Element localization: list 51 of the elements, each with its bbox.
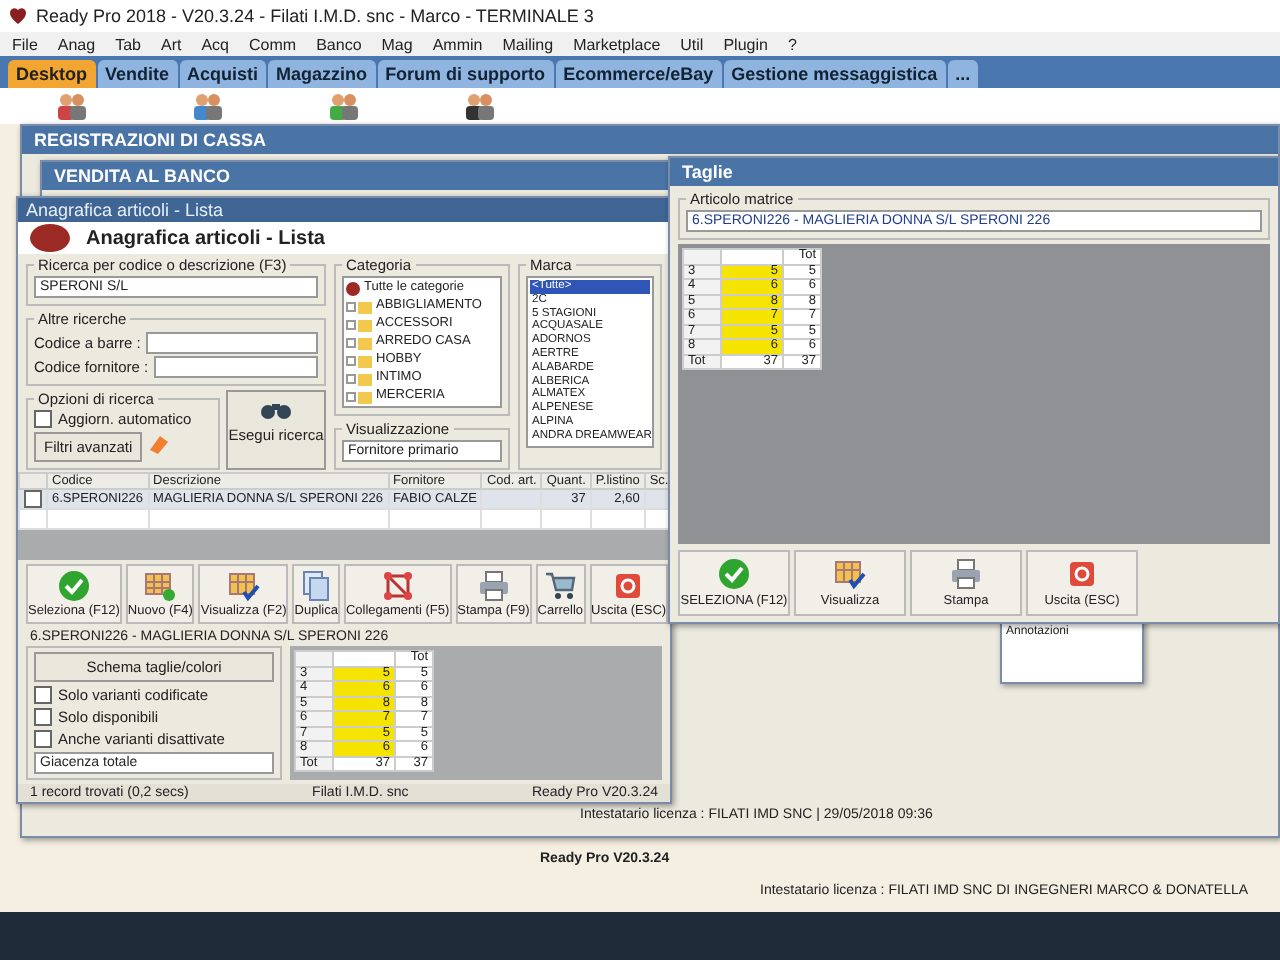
input-field[interactable]: [146, 332, 318, 354]
menu-item[interactable]: Tab: [115, 35, 141, 53]
tab[interactable]: Ecommerce/eBay: [555, 60, 722, 88]
checkbox[interactable]: [34, 410, 52, 428]
grid-check-icon: [227, 570, 260, 602]
checkmark-icon: [718, 558, 750, 590]
row-checkbox[interactable]: [24, 490, 42, 508]
menu-item[interactable]: Mailing: [502, 35, 554, 53]
menu-item[interactable]: File: [12, 35, 38, 53]
printer-icon: [477, 570, 510, 602]
category-icon: [346, 281, 360, 295]
grid-add-icon: [144, 570, 177, 602]
menu-item[interactable]: Art: [160, 35, 182, 53]
menu-item[interactable]: Anag: [57, 35, 96, 53]
menu-item[interactable]: Plugin: [723, 35, 768, 53]
checkmark-icon: [57, 570, 90, 602]
network-icon: [381, 570, 414, 602]
menu-item[interactable]: Marketplace: [573, 35, 661, 53]
checkbox[interactable]: [34, 708, 52, 726]
tab[interactable]: Forum di supporto: [377, 60, 554, 88]
window-title: Anagrafica articoli - Lista: [18, 198, 670, 222]
tab[interactable]: Magazzino: [268, 60, 376, 88]
printer-icon: [950, 558, 982, 590]
cart-icon: [544, 570, 577, 602]
exit-icon: [1066, 558, 1098, 590]
input-field[interactable]: [154, 356, 318, 378]
tab[interactable]: ...: [947, 60, 979, 88]
window-title: Ready Pro 2018 - V20.3.24 - Filati I.M.D. snc - Marco - TERMINALE 3: [36, 6, 594, 26]
menu-item[interactable]: ?: [787, 35, 797, 53]
exit-icon: [612, 570, 645, 602]
grid-check-icon: [834, 558, 866, 590]
checkbox[interactable]: [34, 686, 52, 704]
app-logo-icon: [8, 6, 28, 26]
binoculars-icon: [260, 400, 292, 420]
tab[interactable]: Vendite: [97, 60, 178, 88]
menu-item[interactable]: Acq: [201, 35, 230, 53]
menu-item[interactable]: Ammin: [432, 35, 483, 53]
menu-item[interactable]: Banco: [316, 35, 362, 53]
menu-item[interactable]: Comm: [249, 35, 297, 53]
window-title: REGISTRAZIONI DI CASSA: [22, 126, 1278, 154]
checkbox[interactable]: [34, 730, 52, 748]
menu-item[interactable]: Util: [680, 35, 704, 53]
tab[interactable]: Gestione messaggistica: [723, 60, 946, 88]
tab[interactable]: Acquisti: [179, 60, 267, 88]
window-heading: Anagrafica articoli - Lista: [86, 227, 325, 249]
window-title: Taglie: [670, 158, 1278, 186]
documents-icon: [300, 570, 333, 602]
menu-item[interactable]: Mag: [381, 35, 413, 53]
tab[interactable]: Desktop: [8, 60, 96, 88]
people-icon[interactable]: [464, 92, 496, 120]
app-logo-icon: [30, 224, 70, 252]
